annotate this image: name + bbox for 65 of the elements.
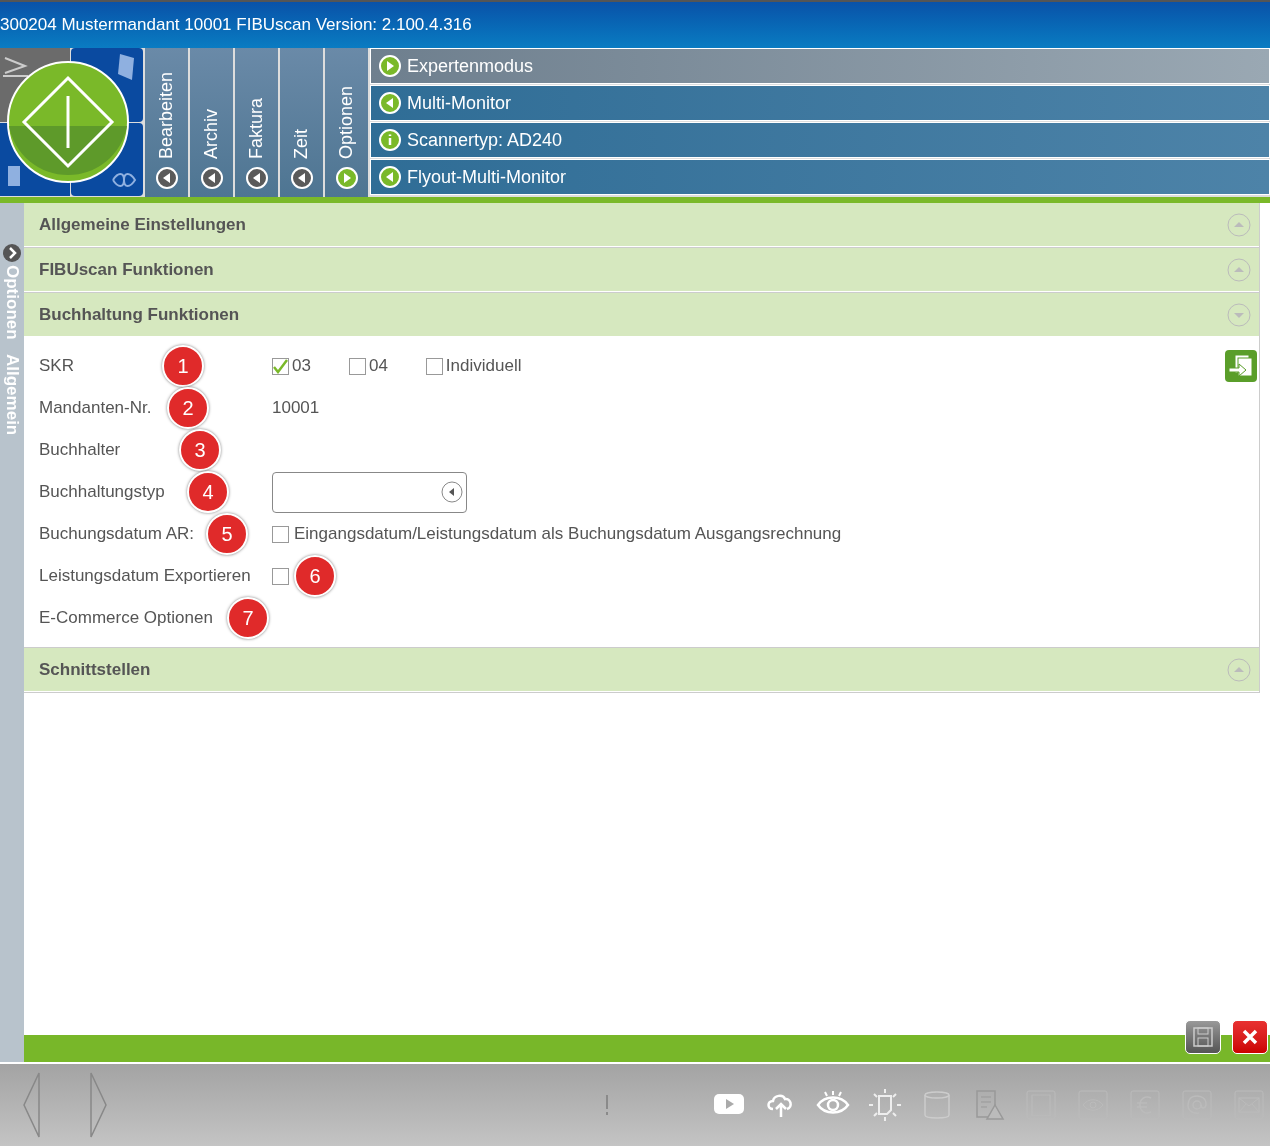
checkbox-label: Eingangsdatum/Leistungsdatum als Buchungsdatum Ausgangsrechnung xyxy=(294,523,842,546)
checkbox[interactable] xyxy=(272,567,289,585)
collapse-icon xyxy=(1227,302,1251,327)
arrow-left-icon xyxy=(379,92,401,114)
section-header[interactable]: Allgemeine Einstellungen xyxy=(24,203,1259,247)
expand-icon xyxy=(1227,657,1251,682)
vertical-tab[interactable]: Bearbeiten xyxy=(145,48,188,197)
arrow-left-icon xyxy=(379,166,401,188)
field-label: E-Commerce Optionen xyxy=(39,608,213,628)
option-label: 03 xyxy=(292,355,311,378)
section-header[interactable]: FIBUscan Funktionen xyxy=(24,248,1259,292)
document-rays-icon[interactable] xyxy=(866,1087,904,1123)
field-value: 10001 xyxy=(272,397,320,420)
flyout-menu-item[interactable]: Flyout-Multi-Monitor xyxy=(370,159,1270,195)
exclamation-icon xyxy=(604,1094,610,1116)
close-icon xyxy=(1241,1028,1259,1046)
field-label: Buchhaltungstyp xyxy=(39,482,165,502)
option-label: 04 xyxy=(368,355,388,378)
previous-arrow-icon[interactable] xyxy=(22,1072,42,1138)
vertical-tab[interactable]: Optionen xyxy=(325,48,368,197)
section-header[interactable]: Buchhaltung Funktionen xyxy=(24,293,1259,337)
close-button[interactable] xyxy=(1232,1020,1268,1054)
number-badge: 5 xyxy=(206,513,248,555)
save-button[interactable] xyxy=(1185,1020,1221,1054)
dropdown-field[interactable] xyxy=(272,471,467,513)
number-badge: 4 xyxy=(187,471,229,513)
checkbox[interactable] xyxy=(272,357,289,375)
section-title: Buchhaltung Funktionen xyxy=(39,303,240,326)
field-label: SKR xyxy=(39,356,74,376)
checkbox[interactable] xyxy=(425,357,443,375)
field-label: Leistungsdatum Exportieren xyxy=(39,566,251,586)
next-arrow-icon[interactable] xyxy=(88,1072,108,1138)
arrow-right-icon xyxy=(379,55,401,77)
arrow-left-icon xyxy=(290,167,313,189)
expand-icon xyxy=(1227,212,1251,237)
field-label: Mandanten-Nr. xyxy=(39,398,152,418)
app-logo-drawing[interactable] xyxy=(0,48,143,196)
checkbox[interactable] xyxy=(272,525,289,543)
flyout-menu-item[interactable]: Multi-Monitor xyxy=(370,85,1270,121)
section-title: Allgemeine Einstellungen xyxy=(39,213,246,236)
vertical-tab[interactable]: Zeit xyxy=(280,48,323,197)
arrow-left-icon xyxy=(200,167,223,189)
expand-icon xyxy=(1227,257,1251,282)
info-icon xyxy=(379,129,401,151)
arrow-right-icon xyxy=(335,167,358,189)
number-badge: 3 xyxy=(179,429,221,471)
section-title: Schnittstellen xyxy=(39,658,151,681)
arrow-left-icon xyxy=(245,167,268,189)
number-badge: 7 xyxy=(227,597,269,639)
field-label: Buchungsdatum AR: xyxy=(39,524,194,544)
number-badge: 1 xyxy=(162,345,204,387)
number-badge: 6 xyxy=(294,555,336,597)
flyout-menu-item[interactable]: Expertenmodus xyxy=(370,48,1270,84)
window-title: 300204 Mustermandant 10001 FIBUscan Version: 2.100.4.316 xyxy=(0,14,472,37)
field-label: Buchhalter xyxy=(39,440,121,460)
section-title: FIBUscan Funktionen xyxy=(39,258,214,281)
checkbox[interactable] xyxy=(348,357,366,375)
flyout-menu-item[interactable]: Scannertyp: AD240 xyxy=(370,122,1270,158)
vertical-tab[interactable]: Archiv xyxy=(190,48,233,197)
number-badge: 2 xyxy=(167,387,209,429)
export-document-icon[interactable] xyxy=(1225,350,1257,382)
vertical-tab[interactable]: Faktura xyxy=(235,48,278,197)
section-header[interactable]: Schnittstellen xyxy=(24,648,1259,692)
arrow-left-icon xyxy=(155,167,178,189)
option-label: Individuell xyxy=(445,355,522,378)
